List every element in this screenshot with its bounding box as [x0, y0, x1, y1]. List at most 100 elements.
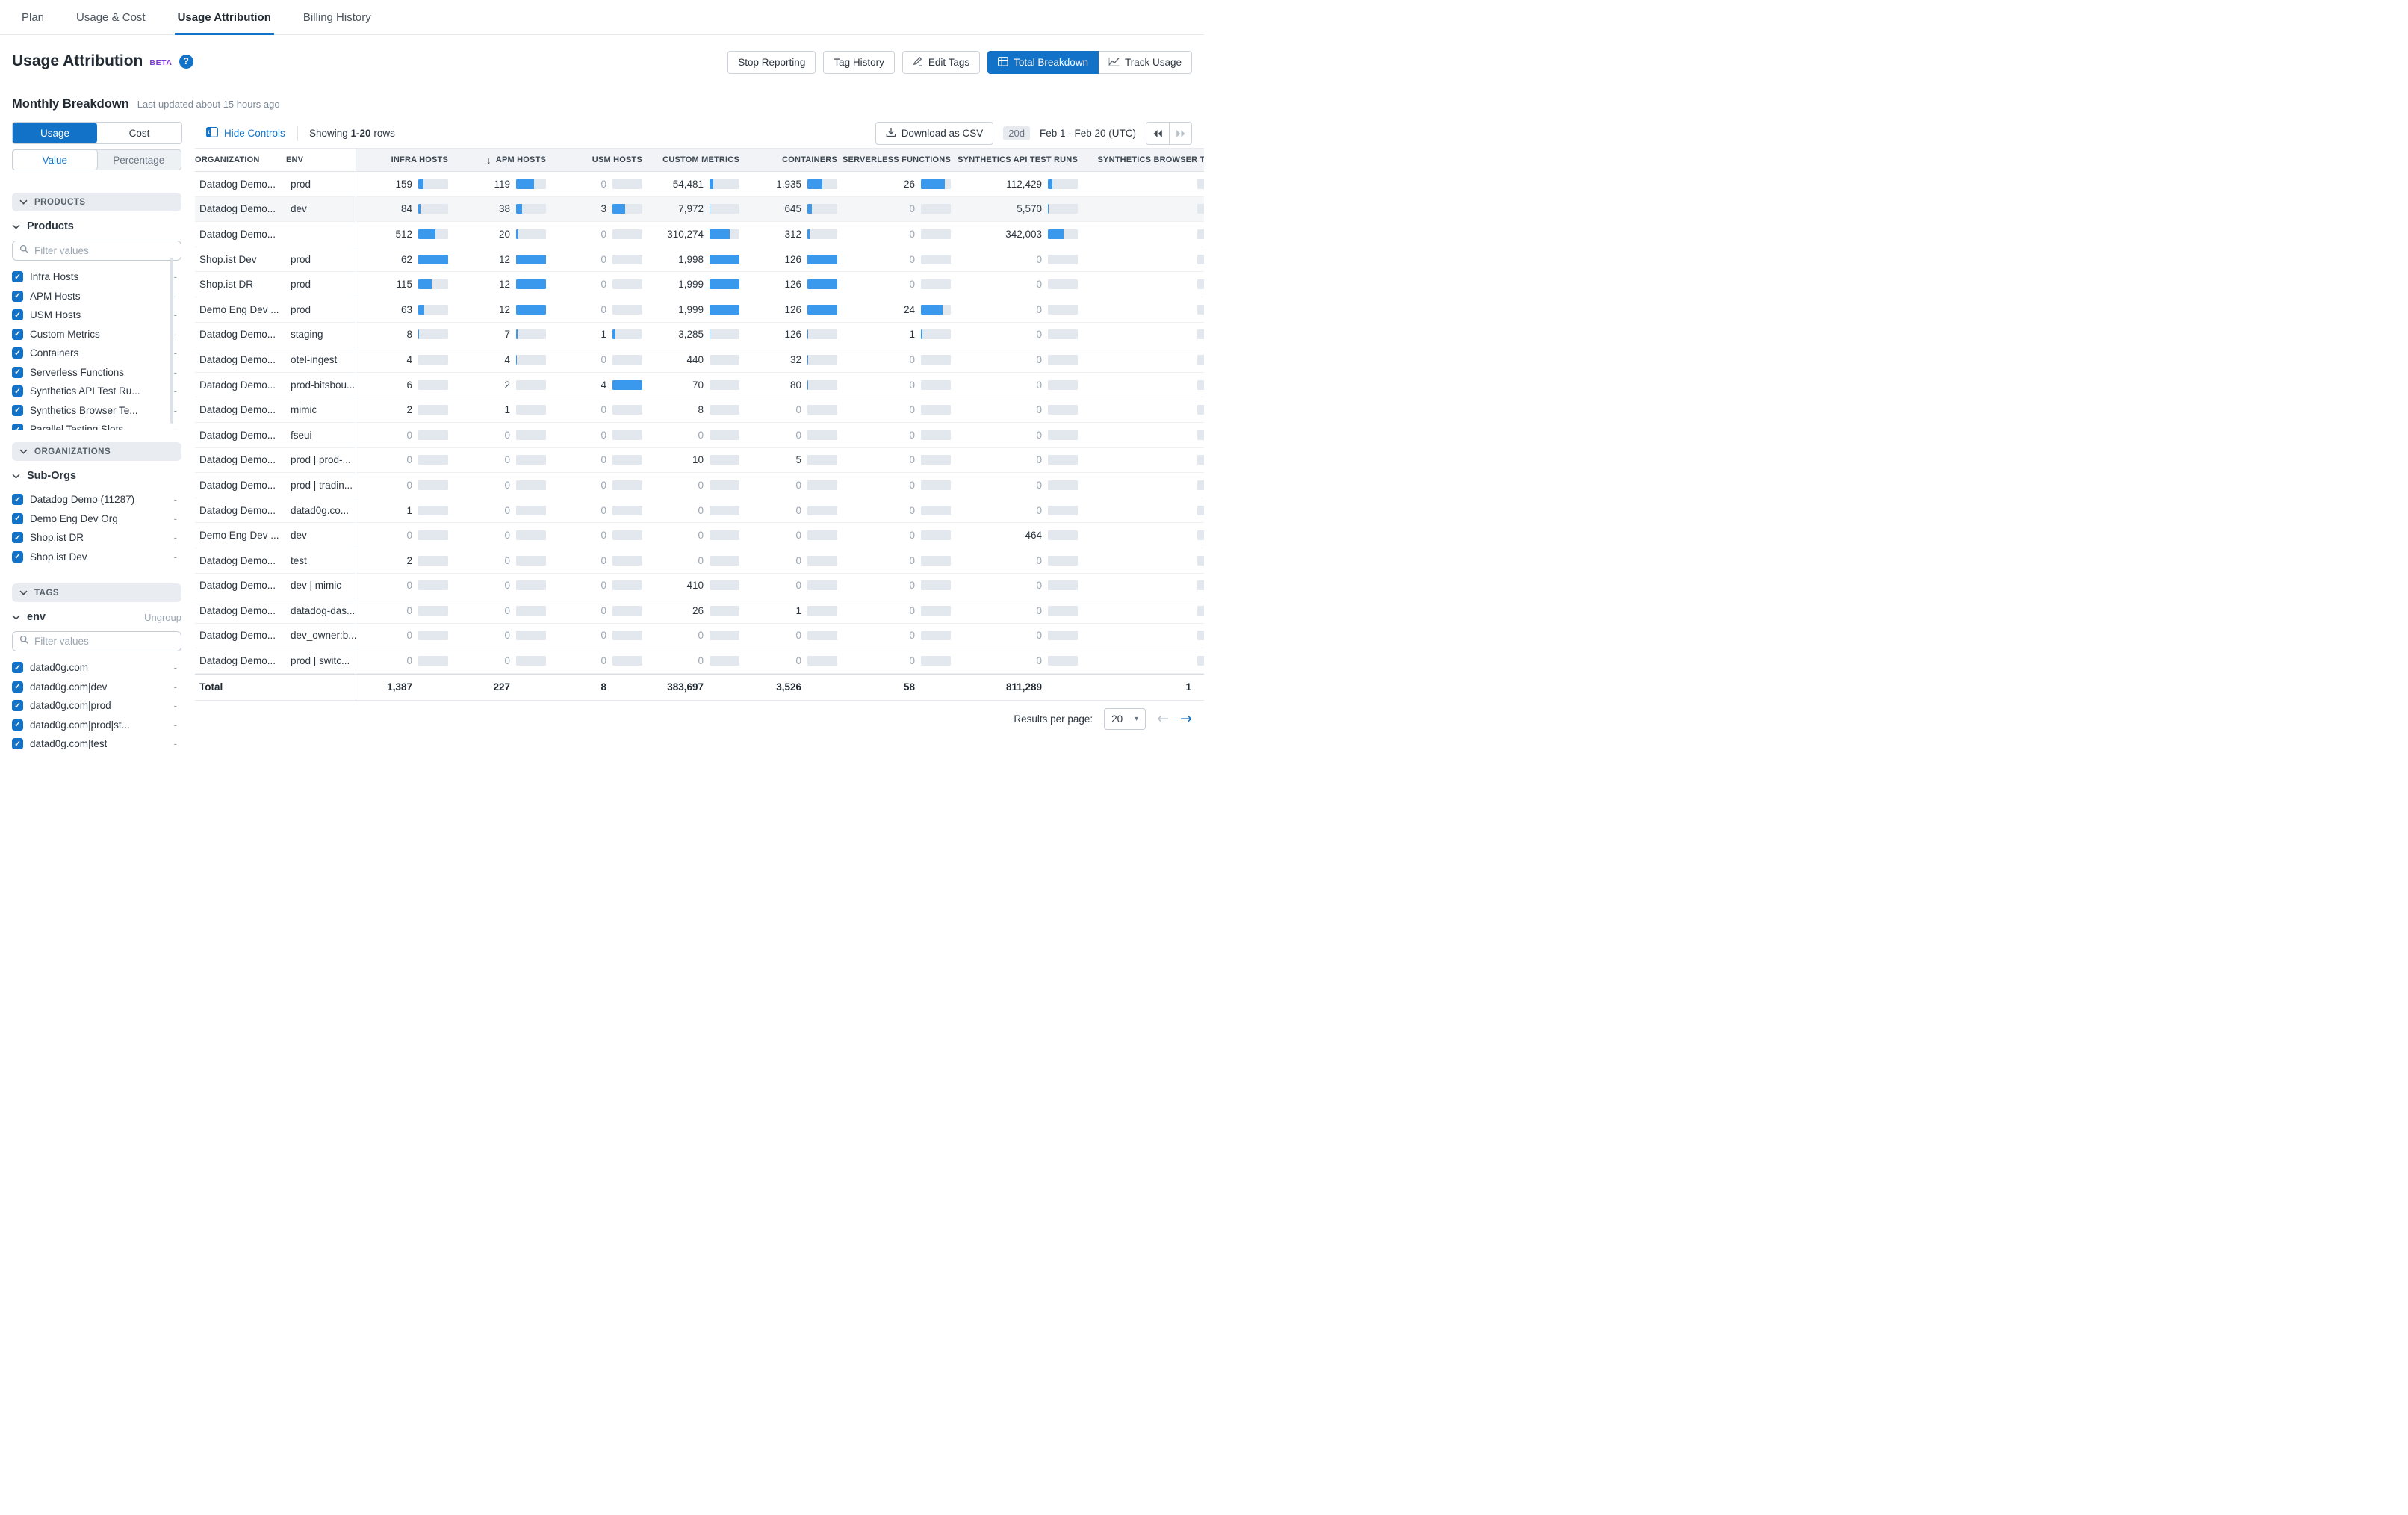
checkbox-checked-icon[interactable]: ✓ [12, 494, 23, 505]
table-row[interactable]: Shop.ist Devprod621201,99812600 [195, 247, 1204, 273]
checkbox-checked-icon[interactable]: ✓ [12, 532, 23, 543]
table-row[interactable]: Datadog Demo...prod | switc...0000000 [195, 648, 1204, 674]
previous-period-button[interactable] [1146, 123, 1169, 144]
tab-usage-cost[interactable]: Usage & Cost [76, 0, 146, 35]
column-header-infra-hosts[interactable]: INFRA HOSTS [356, 149, 448, 171]
checkbox-checked-icon[interactable]: ✓ [12, 700, 23, 711]
table-row[interactable]: Datadog Demo...dev843837,97264505,570 [195, 197, 1204, 223]
column-header-synthetics-api-test-runs[interactable]: SYNTHETICS API TEST RUNS [951, 149, 1078, 171]
table-row[interactable]: Datadog Demo...datadog-das...00026100 [195, 598, 1204, 624]
section-header-organizations[interactable]: ORGANIZATIONS [12, 442, 181, 461]
checkbox-checked-icon[interactable]: ✓ [12, 329, 23, 340]
total-breakdown-button[interactable]: Total Breakdown [987, 51, 1099, 74]
track-usage-button[interactable]: Track Usage [1099, 51, 1192, 74]
column-header-apm-hosts[interactable]: ↓APM HOSTS [448, 149, 546, 171]
checkbox-checked-icon[interactable]: ✓ [12, 551, 23, 563]
checkbox-checked-icon[interactable]: ✓ [12, 513, 23, 524]
filter-values-input[interactable] [34, 245, 174, 256]
table-row[interactable]: Datadog Demo...staging8713,28512610 [195, 323, 1204, 348]
table-row[interactable]: Datadog Demo...dev_owner:b...0000000 [195, 624, 1204, 649]
column-header-synthetics-browser-tests[interactable]: SYNTHETICS BROWSER TESTS [1078, 149, 1204, 171]
checkbox-checked-icon[interactable]: ✓ [12, 271, 23, 282]
table-row[interactable]: Datadog Demo...prod | tradin...0000000 [195, 473, 1204, 498]
value-cell: 62 [356, 247, 448, 272]
checkbox-checked-icon[interactable]: ✓ [12, 309, 23, 320]
table-row[interactable]: Datadog Demo...dev | mimic000410000 [195, 574, 1204, 599]
hide-controls-link[interactable]: Hide Controls [206, 127, 285, 140]
usage-toggle[interactable]: Usage [13, 123, 97, 143]
column-header-usm-hosts[interactable]: USM HOSTS [546, 149, 642, 171]
group-env[interactable]: envUngroup [12, 608, 181, 626]
checkbox-checked-icon[interactable]: ✓ [12, 367, 23, 378]
org-cell: Shop.ist Dev [195, 247, 286, 272]
table-row[interactable]: Datadog Demo...datad0g.co...1000000 [195, 498, 1204, 524]
sidebar-scrollbar[interactable] [170, 258, 173, 424]
tag-history-button[interactable]: Tag History [823, 51, 895, 74]
tab-plan[interactable]: Plan [22, 0, 44, 35]
value-cell: 0 [546, 222, 642, 247]
checkbox-checked-icon[interactable]: ✓ [12, 719, 23, 731]
column-header-serverless-functions[interactable]: SERVERLESS FUNCTIONS [837, 149, 951, 171]
percentage-toggle[interactable]: Percentage [97, 150, 181, 170]
item-label: Shop.ist DR [30, 532, 84, 543]
section-header-tags[interactable]: TAGS [12, 583, 181, 602]
group-sub-orgs[interactable]: Sub-Orgs [12, 467, 181, 485]
column-header-organization[interactable]: ORGANIZATION [195, 149, 286, 171]
checkbox-checked-icon[interactable]: ✓ [12, 662, 23, 673]
column-header-env[interactable]: ENV [286, 149, 356, 171]
column-header-custom-metrics[interactable]: CUSTOM METRICS [642, 149, 739, 171]
org-cell: Datadog Demo... [195, 172, 286, 196]
checkbox-checked-icon[interactable]: ✓ [12, 405, 23, 416]
cost-toggle[interactable]: Cost [97, 123, 181, 143]
org-cell: Datadog Demo... [195, 197, 286, 222]
table-row[interactable]: Demo Eng Dev ...dev000000464 [195, 523, 1204, 548]
checkbox-checked-icon[interactable]: ✓ [12, 291, 23, 302]
usage-bar [1197, 480, 1204, 490]
help-icon[interactable]: ? [179, 55, 193, 69]
cell-value: 0 [1036, 304, 1042, 315]
download-csv-button[interactable]: Download as CSV [875, 122, 994, 145]
tab-billing-history[interactable]: Billing History [303, 0, 371, 35]
tab-usage-attribution[interactable]: Usage Attribution [178, 0, 271, 35]
table-row[interactable]: Shop.ist DRprod1151201,99912600 [195, 272, 1204, 297]
table-row[interactable]: Datadog Demo...fseui0000000 [195, 423, 1204, 448]
checkbox-checked-icon[interactable]: ✓ [12, 424, 23, 430]
checkbox-checked-icon[interactable]: ✓ [12, 347, 23, 359]
value-cell: 0 [356, 624, 448, 648]
checkbox-checked-icon[interactable]: ✓ [12, 681, 23, 693]
value-cell: 0 [642, 498, 739, 523]
next-page-arrow[interactable]: → [1180, 712, 1192, 726]
ungroup-link[interactable]: Ungroup [144, 612, 181, 623]
item-value-dash: - [174, 347, 182, 359]
column-header-containers[interactable]: CONTAINERS [739, 149, 837, 171]
next-period-button[interactable] [1169, 123, 1191, 144]
group-products[interactable]: Products [12, 217, 181, 235]
cell-value: 0 [1036, 254, 1042, 265]
table-row[interactable]: Demo Eng Dev ...prod631201,999126240 [195, 297, 1204, 323]
checkbox-checked-icon[interactable]: ✓ [12, 738, 23, 749]
table-row[interactable]: Datadog Demo...test2000000 [195, 548, 1204, 574]
value-cell: 0 [837, 272, 951, 297]
filter-values-input[interactable] [34, 636, 174, 647]
edit-tags-button[interactable]: Edit Tags [902, 51, 980, 74]
results-per-page-select[interactable]: 20 ▾ [1104, 708, 1146, 730]
total-env-cell [286, 675, 356, 700]
usage-bar [1197, 329, 1204, 339]
cell-value: 0 [795, 530, 801, 541]
table-row[interactable]: Datadog Demo...prod-bitsbou...624708000 [195, 373, 1204, 398]
usage-bar [1048, 430, 1078, 440]
stop-reporting-button[interactable]: Stop Reporting [727, 51, 816, 74]
chart-icon [1108, 57, 1120, 69]
table-row[interactable]: Datadog Demo...prod | prod-...00010500 [195, 448, 1204, 474]
table-row[interactable]: Datadog Demo...prod159119054,4811,935261… [195, 172, 1204, 197]
previous-page-arrow[interactable]: ← [1157, 712, 1169, 726]
table-row[interactable]: Datadog Demo...mimic2108000 [195, 397, 1204, 423]
section-header-products[interactable]: PRODUCTS [12, 193, 181, 211]
table-row[interactable]: Datadog Demo...otel-ingest4404403200 [195, 347, 1204, 373]
value-cell-clipped [1078, 498, 1204, 523]
item-value-dash: - [174, 405, 182, 416]
table-row[interactable]: Datadog Demo...512200310,2743120342,003 [195, 222, 1204, 247]
checkbox-checked-icon[interactable]: ✓ [12, 385, 23, 397]
value-toggle[interactable]: Value [13, 150, 97, 170]
usage-bar [516, 329, 546, 339]
